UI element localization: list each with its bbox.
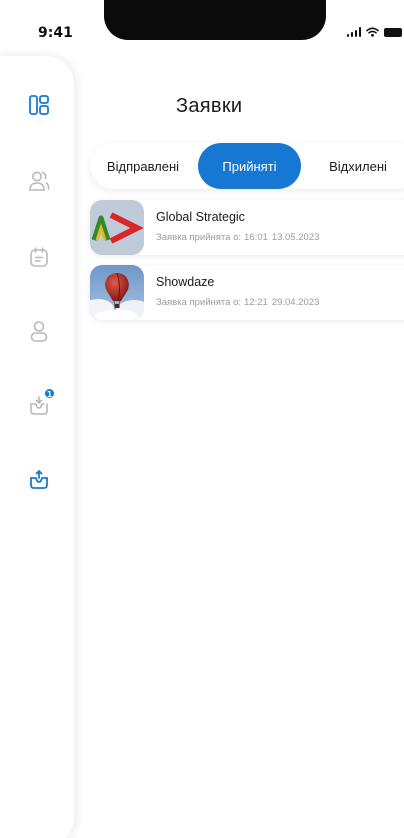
tab-rejected[interactable]: Відхилені — [310, 143, 404, 189]
status-prefix: Заявка прийнята о: — [156, 232, 242, 243]
request-company-name: Global Strategic — [156, 210, 245, 224]
status-icons — [346, 27, 402, 37]
calendar-icon[interactable] — [26, 244, 52, 270]
tab-accepted[interactable]: Прийняті — [198, 143, 301, 189]
inbox-icon[interactable]: 1 — [26, 388, 55, 418]
request-status: Заявка прийнята о: 12:21 29.04.2023 — [156, 297, 319, 308]
request-tabs: Відправлені Прийняті Відхилені — [90, 143, 404, 189]
request-date: 13.05.2023 — [271, 232, 320, 243]
hot-air-balloon-photo — [90, 265, 144, 320]
dashboard-icon[interactable] — [26, 92, 52, 118]
request-company-name: Showdaze — [156, 275, 215, 289]
status-time: 9:41 — [38, 25, 73, 41]
request-card[interactable]: Global Strategic Заявка прийнята о: 16:01… — [90, 200, 404, 255]
notification-badge: 1 — [44, 388, 55, 399]
tab-sent[interactable]: Відправлені — [90, 143, 196, 189]
profile-icon[interactable] — [26, 318, 52, 344]
users-icon[interactable] — [26, 168, 52, 194]
status-prefix: Заявка прийнята о: — [156, 297, 242, 308]
global-strategic-logo — [90, 200, 144, 255]
page-title: Заявки — [176, 95, 243, 117]
sidebar-nav: 1 — [0, 56, 74, 838]
request-time: 16:01 — [244, 232, 268, 243]
request-status: Заявка прийнята о: 16:01 13.05.2023 — [156, 232, 319, 243]
request-date: 29.04.2023 — [271, 297, 320, 308]
request-card[interactable]: Showdaze Заявка прийнята о: 12:21 29.04.20… — [90, 265, 404, 320]
wifi-icon — [366, 27, 379, 37]
device-notch — [104, 0, 326, 40]
cellular-signal-icon — [346, 27, 361, 37]
battery-icon — [384, 27, 402, 37]
outbox-icon[interactable] — [26, 466, 52, 492]
request-time: 12:21 — [244, 297, 268, 308]
